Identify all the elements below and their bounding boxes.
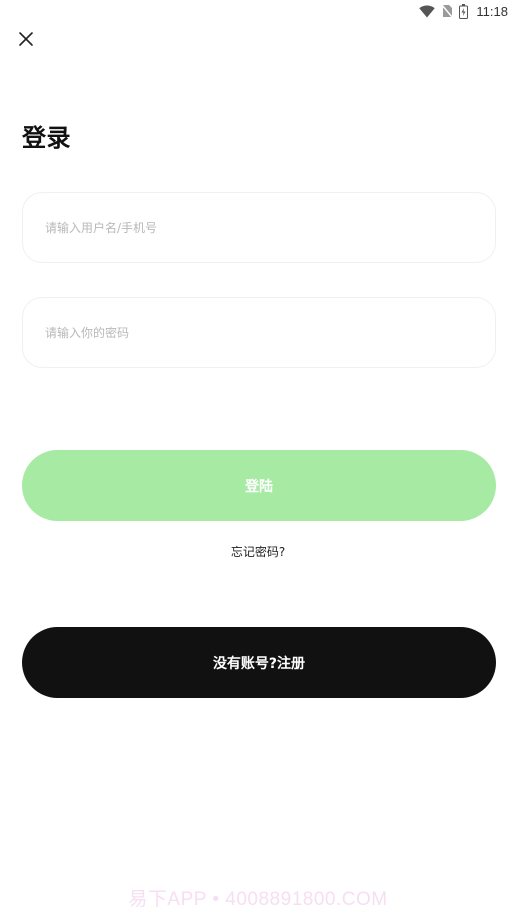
register-button[interactable]: 没有账号?注册 xyxy=(22,627,496,698)
page-title: 登录 xyxy=(22,124,71,152)
login-button[interactable]: 登陆 xyxy=(22,450,496,521)
status-bar: 11:18 xyxy=(0,0,516,22)
battery-icon xyxy=(459,3,469,19)
watermark: 易下APP • 4008891800.COM xyxy=(128,889,388,910)
username-field-container xyxy=(22,192,496,263)
forgot-password-label: 忘记密码? xyxy=(230,545,286,559)
no-sim-icon xyxy=(441,4,453,18)
username-input[interactable] xyxy=(23,193,495,262)
password-field-container xyxy=(22,297,496,368)
status-time: 11:18 xyxy=(476,3,508,19)
close-icon xyxy=(18,31,34,51)
password-input[interactable] xyxy=(23,298,495,367)
close-button[interactable] xyxy=(16,31,36,51)
status-icons: 11:18 xyxy=(419,2,508,20)
register-button-label: 没有账号?注册 xyxy=(212,655,306,672)
wifi-icon xyxy=(419,5,436,18)
login-button-label: 登陆 xyxy=(245,478,273,495)
forgot-password-link[interactable]: 忘记密码? xyxy=(0,543,516,560)
